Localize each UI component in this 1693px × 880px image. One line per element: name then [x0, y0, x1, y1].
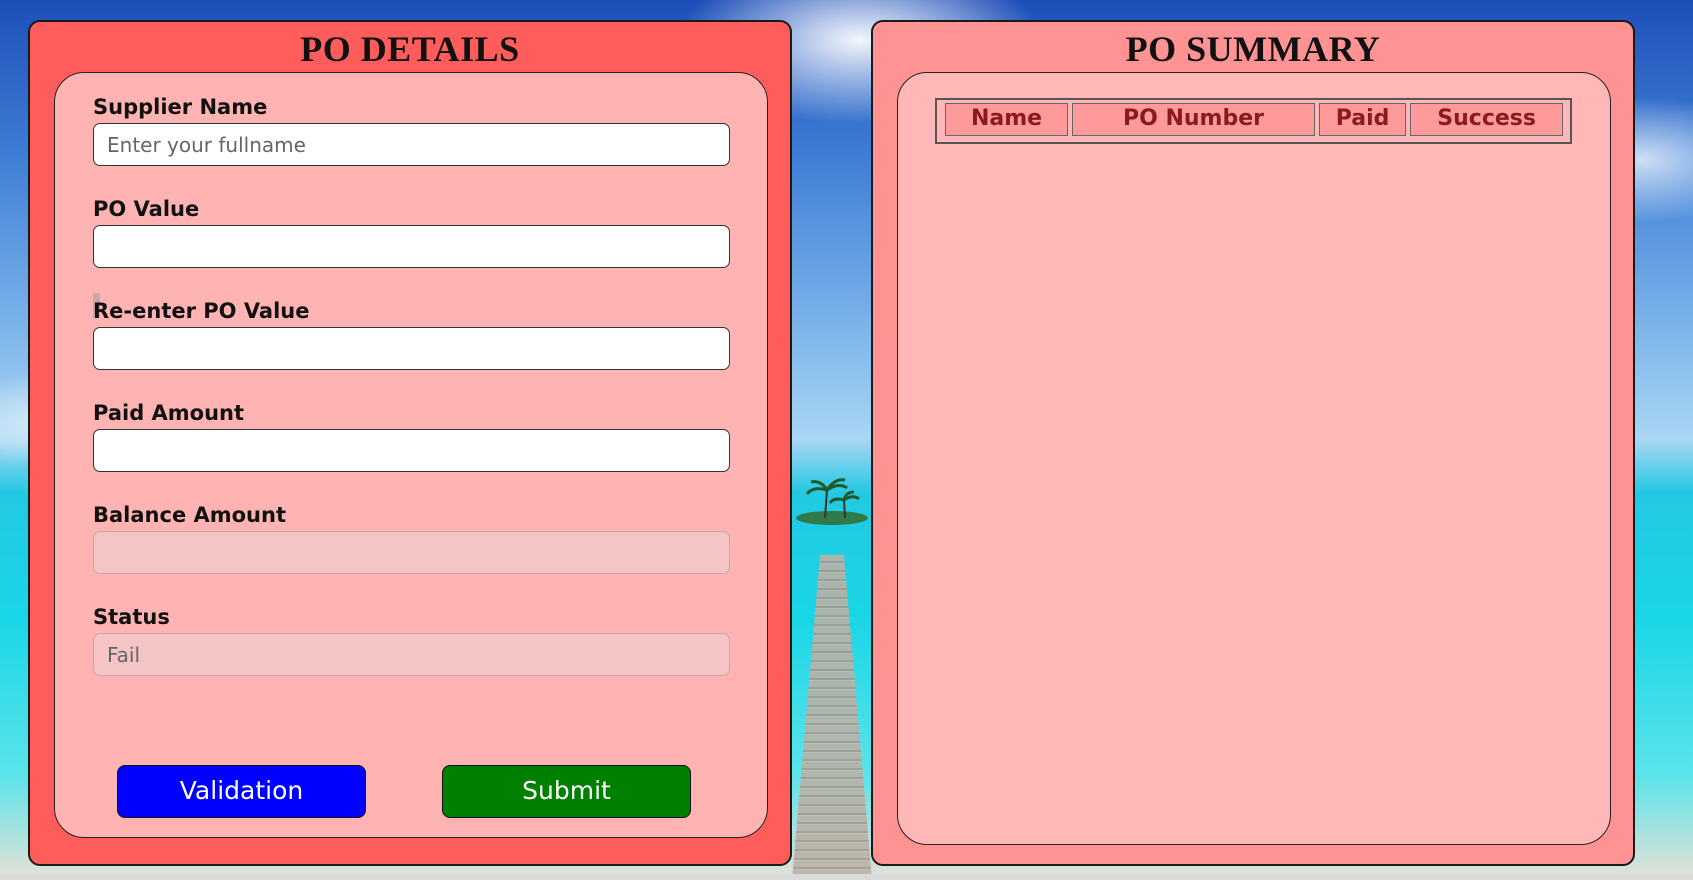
paid-amount-input[interactable]: [93, 429, 730, 472]
po-summary-table: Name PO Number Paid Success: [935, 98, 1572, 144]
reenter-po-value-label: Re-enter PO Value: [93, 299, 310, 323]
po-value-label: PO Value: [93, 197, 200, 221]
po-details-form: Supplier Name PO Value Re-enter PO Value…: [54, 72, 768, 838]
paid-amount-label: Paid Amount: [93, 401, 245, 425]
background-pier: [792, 555, 872, 880]
balance-amount-label: Balance Amount: [93, 503, 286, 527]
column-header-po-number: PO Number: [1071, 103, 1315, 136]
status-input: [93, 633, 730, 676]
po-value-input[interactable]: [93, 225, 730, 268]
po-summary-panel: PO SUMMARY Name PO Number Paid Success: [871, 20, 1635, 866]
validation-button[interactable]: Validation: [117, 765, 366, 818]
po-details-title: PO DETAILS: [300, 29, 520, 69]
submit-button[interactable]: Submit: [442, 765, 691, 818]
po-summary-title: PO SUMMARY: [1125, 29, 1381, 69]
po-details-panel: PO DETAILS Supplier Name PO Value Re-ent…: [28, 20, 792, 866]
palm-tree-island-image: [796, 478, 868, 525]
balance-amount-input: [93, 531, 730, 574]
column-header-name: Name: [945, 103, 1068, 136]
column-header-success: Success: [1410, 103, 1563, 136]
column-header-paid: Paid: [1318, 103, 1407, 136]
page-bottom-bar: [0, 874, 1693, 880]
supplier-name-input[interactable]: [93, 123, 730, 166]
po-summary-content: Name PO Number Paid Success: [897, 72, 1611, 845]
reenter-po-value-input[interactable]: [93, 327, 730, 370]
status-label: Status: [93, 605, 170, 629]
supplier-name-label: Supplier Name: [93, 95, 268, 119]
